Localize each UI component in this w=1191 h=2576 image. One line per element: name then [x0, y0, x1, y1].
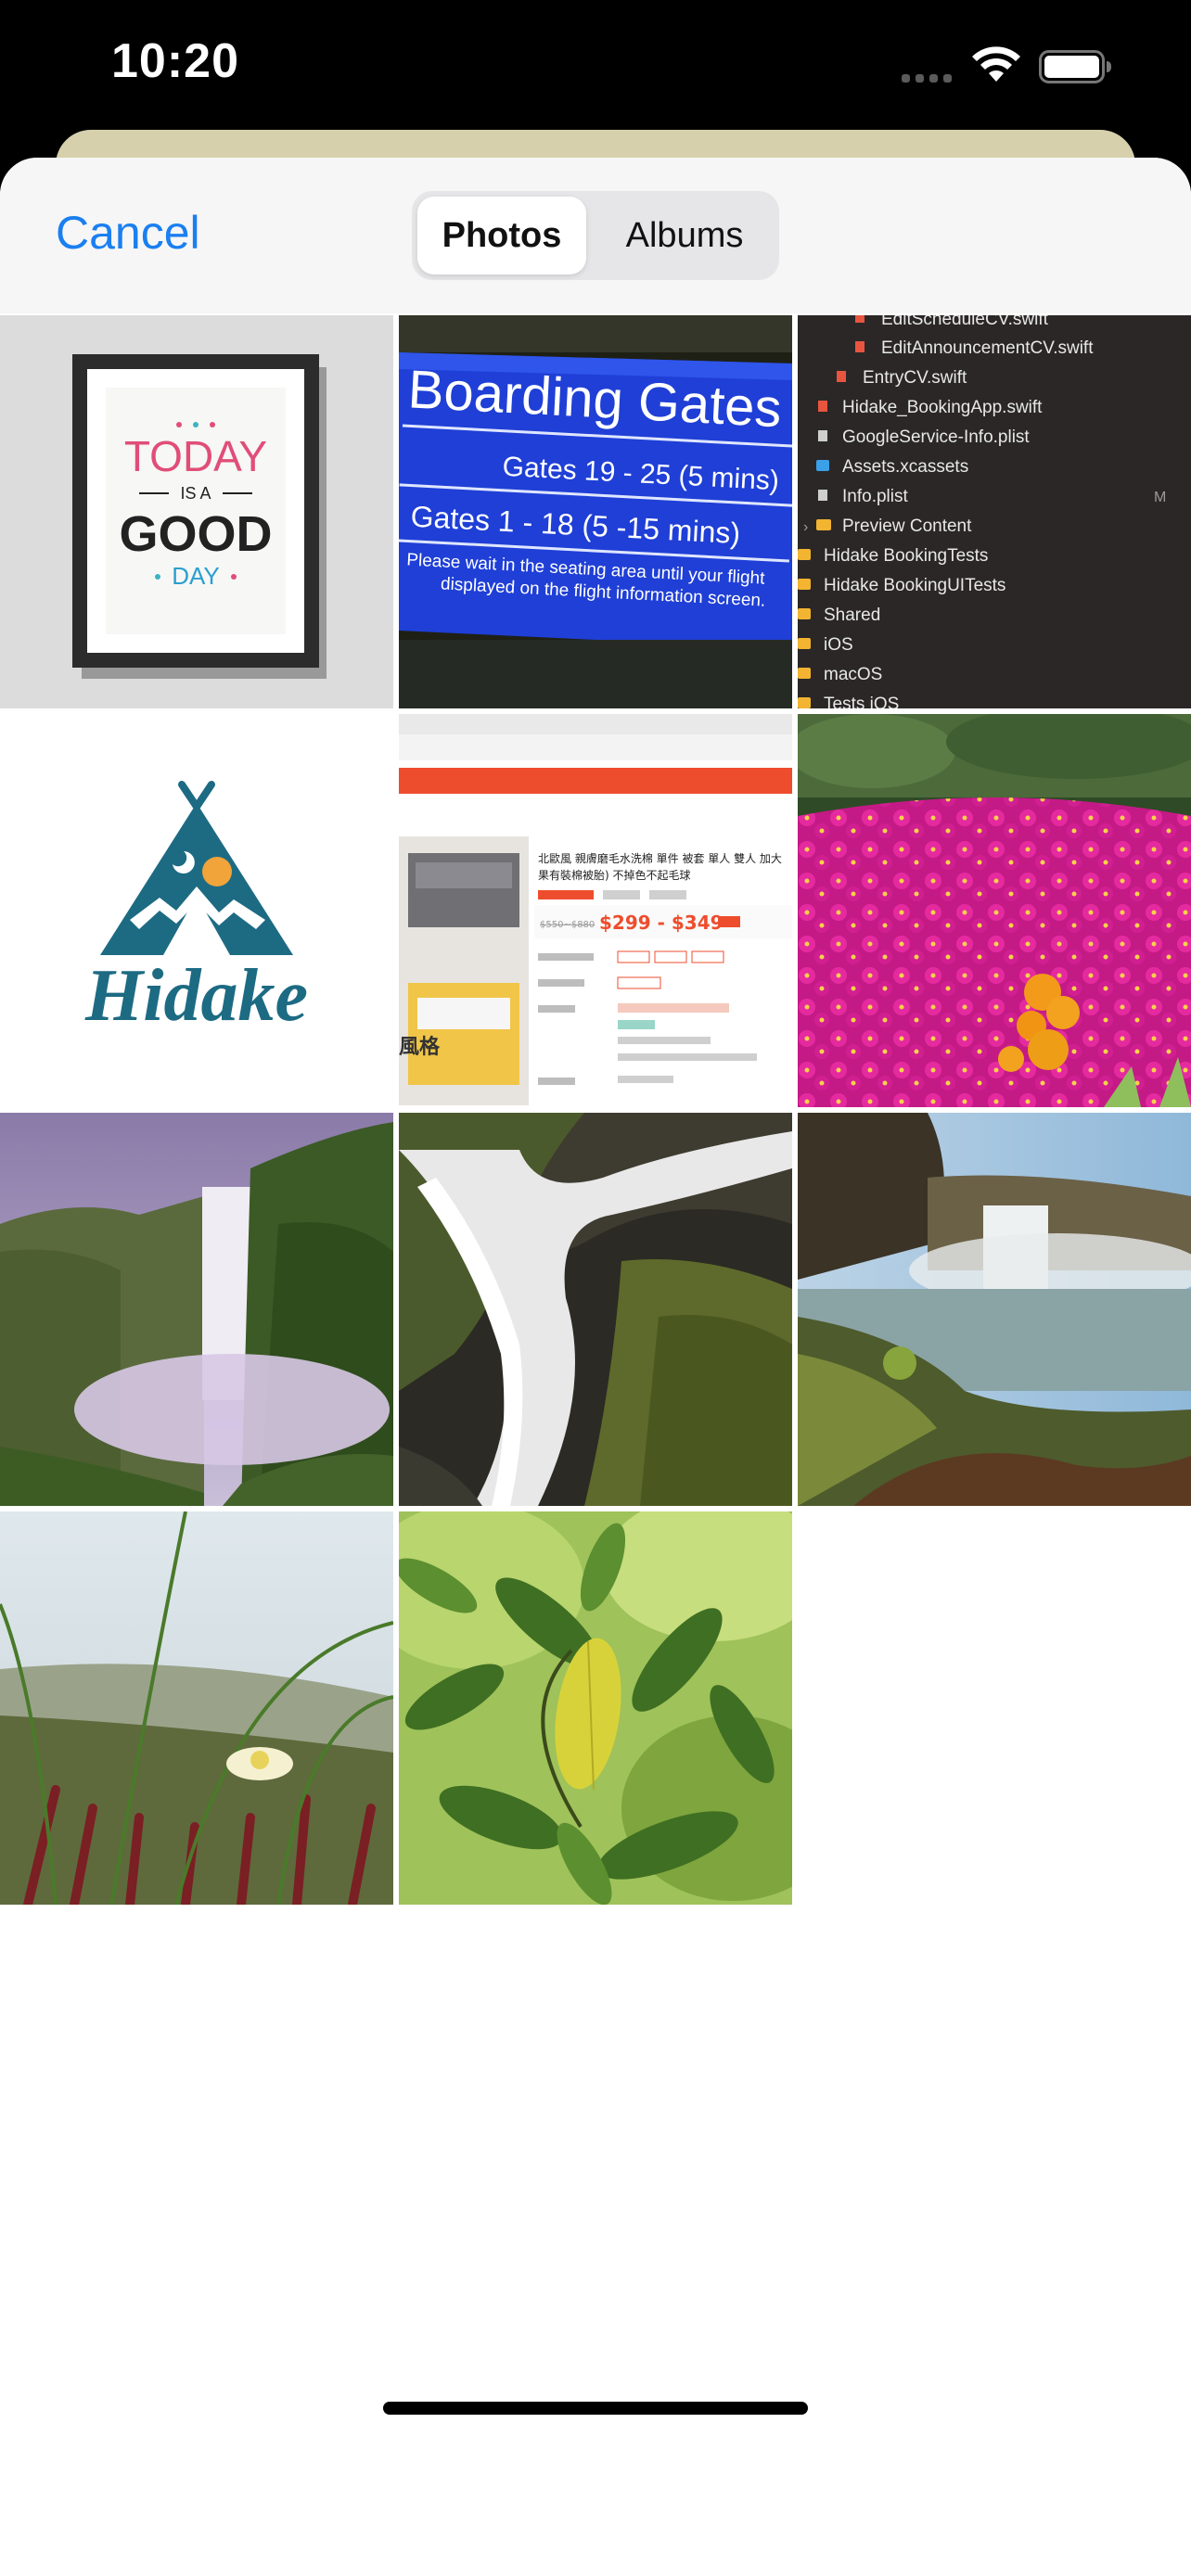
file-1: EditAnnouncementCV.swift [881, 338, 1094, 358]
boarding-gates-image: Boarding Gates Gates 19 - 25 (5 mins) Ga… [399, 315, 792, 708]
shop-screenshot-image: 風格 北歐風 親膚磨毛水洗棉 單件 被套 單人 雙人 加大 果有裝棉被胎) 不掉… [399, 714, 792, 1107]
status-bar: 10:20 [0, 0, 1191, 139]
photo-thumbnail-hidake-logo[interactable]: Hidake [0, 714, 393, 1107]
cascade-image [399, 1113, 792, 1506]
file-8: Hidake BookingTests [824, 546, 988, 566]
svg-text:›: › [803, 519, 808, 535]
photo-thumbnail-waterfall-valley[interactable] [0, 1113, 393, 1506]
file-2: EntryCV.swift [863, 368, 967, 388]
segment-photos[interactable]: Photos [417, 197, 586, 274]
file-5: Assets.xcassets [842, 457, 968, 477]
file-10: Shared [824, 606, 880, 625]
waterfall-valley-image [0, 1113, 393, 1506]
photo-thumbnail-golden-falls[interactable] [798, 1113, 1191, 1506]
wifi-icon [972, 46, 1020, 82]
file-7: Preview Content [842, 516, 972, 536]
file-6-badge: M [1154, 490, 1166, 505]
file-11: iOS [824, 635, 853, 655]
segment-albums[interactable]: Albums [594, 197, 775, 274]
picker-nav-bar: Cancel Photos Albums [0, 158, 1191, 313]
poster-line2: IS A [180, 484, 211, 503]
poster-line1: TODAY [124, 432, 267, 480]
grass-flower-image [0, 1511, 393, 1905]
file-6: Info.plist [842, 487, 908, 506]
hidake-logo-image: Hidake [0, 714, 393, 1107]
photo-thumbnail-boarding-gates[interactable]: Boarding Gates Gates 19 - 25 (5 mins) Ga… [399, 315, 792, 708]
shop-subtitle: 果有裝棉被胎) 不掉色不起毛球 [538, 869, 691, 882]
screen: 10:20 Cancel Photos Albums TODAY IS A GO… [0, 0, 1191, 2576]
shop-price: $299 - $349 [599, 912, 724, 934]
home-indicator[interactable] [383, 2402, 808, 2415]
cellular-signal-icon [902, 74, 952, 83]
poster-image: TODAY IS A GOOD DAY [0, 315, 393, 708]
battery-icon [1039, 50, 1111, 83]
shop-price-old: $550~$880 [540, 920, 595, 930]
photo-picker-sheet: Cancel Photos Albums TODAY IS A GOOD DAY… [0, 158, 1191, 2576]
photo-thumbnail-pink-flowers[interactable] [798, 714, 1191, 1107]
file-9: Hidake BookingUITests [824, 576, 1005, 595]
file-4: GoogleService-Info.plist [842, 427, 1030, 447]
photo-thumbnail-lemon-leaves[interactable] [399, 1511, 792, 1905]
cancel-button[interactable]: Cancel [56, 206, 200, 260]
hidake-logo-text: Hidake [84, 955, 308, 1037]
file-13: Tests iOS [824, 695, 899, 708]
shop-title: 北歐風 親膚磨毛水洗棉 單件 被套 單人 雙人 加大 [538, 851, 782, 865]
file-3: Hidake_BookingApp.swift [842, 398, 1043, 417]
xcode-files-image: EditScheduleCV.swift EditAnnouncementCV.… [798, 315, 1191, 708]
segmented-control: Photos Albums [412, 191, 779, 280]
photo-thumbnail-grass-flower[interactable] [0, 1511, 393, 1905]
photo-thumbnail-xcode-files[interactable]: EditScheduleCV.swift EditAnnouncementCV.… [798, 315, 1191, 708]
golden-falls-image [798, 1113, 1191, 1506]
file-0: EditScheduleCV.swift [881, 315, 1049, 329]
poster-line4: DAY [172, 562, 220, 590]
status-time: 10:20 [111, 34, 239, 88]
file-12: macOS [824, 665, 882, 684]
photo-thumbnail-shop-screenshot[interactable]: 風格 北歐風 親膚磨毛水洗棉 單件 被套 單人 雙人 加大 果有裝棉被胎) 不掉… [399, 714, 792, 1107]
photo-thumbnail-poster[interactable]: TODAY IS A GOOD DAY [0, 315, 393, 708]
lemon-leaves-image [399, 1511, 792, 1905]
pink-flowers-image [798, 714, 1191, 1107]
photo-thumbnail-cascade[interactable] [399, 1113, 792, 1506]
shop-side-label: 風格 [399, 1035, 441, 1059]
poster-line3: GOOD [119, 506, 272, 562]
